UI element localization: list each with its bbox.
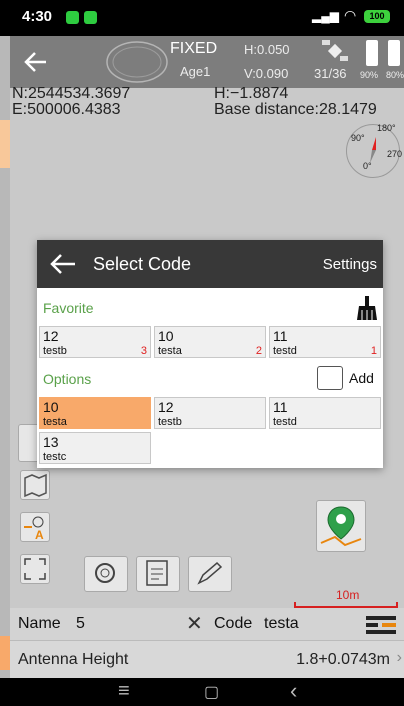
base-distance: Base distance:28.1479 xyxy=(214,101,377,118)
option-code-cell[interactable]: 13 testc xyxy=(39,432,151,464)
compass-180: 180° xyxy=(377,123,396,133)
signal-icon: ▂▄▆ xyxy=(312,9,339,23)
age-label: Age1 xyxy=(180,64,211,79)
pencil-icon xyxy=(197,561,223,585)
option-code-cell[interactable]: 10 testa xyxy=(39,397,151,429)
compass-needle-icon xyxy=(370,137,376,163)
dialog-header: Select Code Settings xyxy=(37,240,383,288)
code-name: testd xyxy=(273,345,297,357)
battery-percent-2: 80% xyxy=(386,70,404,80)
code-number: 11 xyxy=(273,328,288,344)
stakeout-point-button[interactable]: A xyxy=(20,512,50,542)
system-nav-bar: ≡ ▢ ‹ xyxy=(0,678,404,706)
options-label: Options xyxy=(43,371,92,387)
usage-count: 2 xyxy=(255,345,262,357)
add-checkbox[interactable] xyxy=(317,366,343,390)
expand-icon xyxy=(24,558,46,580)
code-field[interactable]: testa xyxy=(264,615,299,633)
edge-tab[interactable] xyxy=(0,636,10,670)
chevron-right-icon: › xyxy=(396,649,402,666)
usage-count: 1 xyxy=(370,345,377,357)
notification-icon xyxy=(84,11,97,24)
battery-icon: 100 xyxy=(364,10,390,23)
scale-label: 10m xyxy=(336,588,360,602)
document-icon xyxy=(146,560,168,586)
collect-point-button[interactable] xyxy=(316,500,366,552)
settings-button[interactable] xyxy=(84,556,128,592)
code-name: testa xyxy=(158,345,182,357)
data-view-button[interactable] xyxy=(136,556,180,592)
stakeout-icon: A xyxy=(24,516,44,542)
v-precision: V:0.090 xyxy=(244,66,289,81)
map-icon xyxy=(24,473,47,498)
add-label: Add xyxy=(349,370,374,386)
top-bar: FIXED Age1 H:0.050 V:0.090 31/36 90% 80% xyxy=(10,36,404,88)
broom-icon[interactable] xyxy=(355,294,379,322)
status-time: 4:30 xyxy=(22,8,53,25)
option-code-cell[interactable]: 11 testd xyxy=(269,397,381,429)
h-precision: H:0.050 xyxy=(244,42,290,57)
controller-battery-icon xyxy=(388,40,400,66)
back-button[interactable]: ‹ xyxy=(290,678,297,704)
favorite-label: Favorite xyxy=(43,300,94,316)
code-number: 11 xyxy=(273,399,288,415)
option-code-cell[interactable]: 12 testb xyxy=(154,397,266,429)
code-number: 12 xyxy=(43,328,59,344)
code-number: 10 xyxy=(43,399,59,415)
settings-link[interactable]: Settings xyxy=(323,256,377,273)
edit-button[interactable] xyxy=(188,556,232,592)
code-name: testc xyxy=(43,451,67,463)
receiver-battery-icon xyxy=(366,40,378,66)
east-coordinate: E:500006.4383 xyxy=(12,101,121,118)
gear-icon xyxy=(95,563,115,583)
antenna-height-value: 1.8+0.0743m xyxy=(296,651,390,668)
select-code-dialog: Select Code Settings Favorite 12 testb 3… xyxy=(37,240,383,468)
fix-status: FIXED xyxy=(170,40,218,57)
code-name: testb xyxy=(43,345,67,357)
favorite-code-cell[interactable]: 12 testb 3 xyxy=(39,326,151,358)
recent-apps-button[interactable]: ≡ xyxy=(118,680,130,703)
code-name: testd xyxy=(273,416,297,428)
code-list-icon[interactable] xyxy=(366,614,396,636)
wifi-icon: ◠ xyxy=(344,7,357,23)
code-number: 12 xyxy=(158,399,174,415)
edge-tab[interactable] xyxy=(0,120,10,168)
code-number: 10 xyxy=(158,328,174,344)
satellite-count: 31/36 xyxy=(314,66,347,81)
status-bar: 4:30 ▂▄▆ ◠ 100 xyxy=(0,0,404,36)
north-coordinate: N:2544534.3697 xyxy=(12,85,131,102)
dialog-title: Select Code xyxy=(93,254,192,274)
zoom-extent-button[interactable] xyxy=(20,554,50,584)
left-panel-edge xyxy=(0,36,10,678)
svg-text:A: A xyxy=(35,528,44,541)
location-pin-icon xyxy=(320,506,362,547)
map-button[interactable] xyxy=(20,470,50,500)
name-field[interactable]: 5 xyxy=(76,615,85,633)
height-coordinate: H:−1.8874 xyxy=(214,85,289,102)
point-info-row: Name 5 ✕ Code testa xyxy=(10,608,404,640)
favorite-code-cell[interactable]: 11 testd 1 xyxy=(269,326,381,358)
name-label: Name xyxy=(18,615,61,632)
antenna-height-row[interactable]: Antenna Height 1.8+0.0743m › xyxy=(10,640,404,678)
usage-count: 3 xyxy=(140,345,147,357)
back-arrow-icon[interactable] xyxy=(47,250,77,278)
gnss-status-icon[interactable] xyxy=(105,40,169,84)
code-label: Code xyxy=(214,615,253,632)
compass-270: 270 xyxy=(387,149,403,159)
compass-icon[interactable]: 90° 180° 270 0° xyxy=(346,123,403,178)
favorite-code-cell[interactable]: 10 testa 2 xyxy=(154,326,266,358)
satellite-icon[interactable] xyxy=(320,38,350,64)
notification-icon xyxy=(66,11,79,24)
code-name: testb xyxy=(158,416,182,428)
clear-icon[interactable]: ✕ xyxy=(186,611,203,636)
code-name: testa xyxy=(43,416,67,428)
code-number: 13 xyxy=(43,434,59,450)
home-button[interactable]: ▢ xyxy=(204,682,219,702)
antenna-height-label: Antenna Height xyxy=(18,651,129,668)
battery-percent-1: 90% xyxy=(360,70,379,80)
back-arrow-icon[interactable] xyxy=(22,48,50,76)
